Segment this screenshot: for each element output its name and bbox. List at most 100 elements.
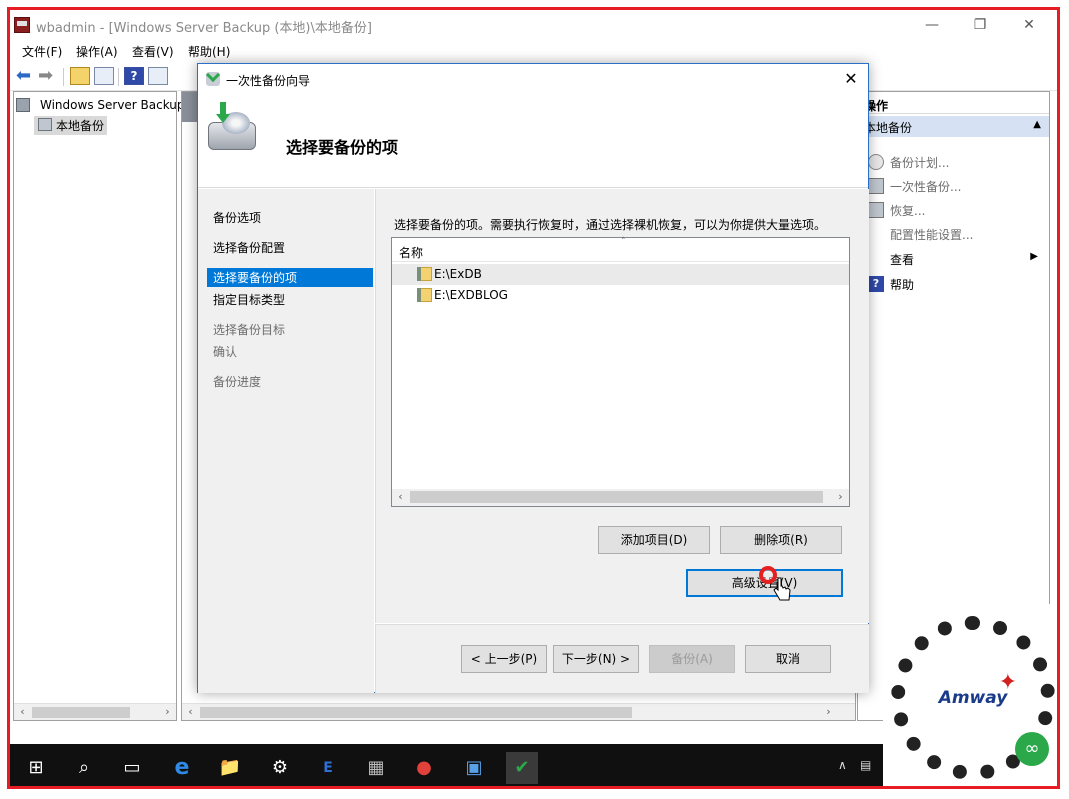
- list-item[interactable]: E:\ExDB: [392, 264, 849, 285]
- wizard-header: 选择要备份的项: [198, 94, 868, 188]
- action-label: 一次性备份...: [890, 180, 962, 194]
- action-recover[interactable]: 恢复...: [868, 202, 925, 219]
- add-items-button[interactable]: 添加项目(D): [598, 526, 710, 554]
- actions-header: 操作: [858, 92, 1049, 114]
- backup-items-list[interactable]: 名称 ˄ E:\ExDB E:\EXDBLOG ‹ ›: [391, 237, 850, 507]
- step-progress: 备份进度: [213, 375, 262, 389]
- menu-view[interactable]: 查看(V): [132, 43, 174, 60]
- cancel-button[interactable]: 取消: [745, 645, 831, 673]
- screen-frame: wbadmin - [Windows Server Backup (本地)\本地…: [7, 7, 1060, 789]
- step-destination-type[interactable]: 指定目标类型: [213, 291, 285, 308]
- actions-section-local-backup[interactable]: 本地备份 ▲: [858, 116, 1049, 137]
- wizard-footer: < 上一步(P) 下一步(N) > 备份(A) 取消: [375, 624, 869, 693]
- action-configure-performance[interactable]: 配置性能设置...: [868, 226, 973, 243]
- folder-icon: [417, 267, 432, 281]
- wizard-steps: 备份选项 选择备份配置 选择要备份的项 指定目标类型 选择备份目标 确认 备份进…: [198, 189, 374, 693]
- wbadmin-app-icon: [14, 17, 30, 33]
- start-windows-icon[interactable]: ⊞: [20, 752, 52, 784]
- recover-icon: [868, 202, 884, 218]
- actions-section-label: 本地备份: [864, 121, 913, 135]
- tree-node-local-backup[interactable]: 本地备份: [34, 116, 108, 135]
- previous-button[interactable]: < 上一步(P): [461, 645, 547, 673]
- forward-arrow-icon[interactable]: ➡: [38, 67, 58, 85]
- step-backup-options[interactable]: 备份选项: [213, 209, 261, 226]
- tree-scroll-thumb[interactable]: [32, 707, 130, 718]
- maximize-button[interactable]: ❐: [957, 10, 1003, 40]
- action-view[interactable]: 查看 ▶: [868, 251, 1038, 268]
- center-hscrollbar[interactable]: ‹ ›: [182, 703, 855, 720]
- wizard-content: 选择要备份的项。需要执行恢复时，通过选择裸机恢复，可以为你提供大量选项。 名称 …: [375, 189, 869, 623]
- wizard-heading: 选择要备份的项: [286, 138, 399, 157]
- schedule-icon: [868, 154, 884, 170]
- hand-cursor-icon: [773, 577, 791, 601]
- exchange-icon[interactable]: E: [312, 752, 344, 784]
- window-titlebar: wbadmin - [Windows Server Backup (本地)\本地…: [10, 10, 1057, 40]
- action-pane-icon[interactable]: [148, 67, 168, 85]
- step-backup-config[interactable]: 选择备份配置: [213, 239, 285, 256]
- scroll-right-icon[interactable]: ›: [832, 489, 849, 506]
- scroll-right-icon[interactable]: ›: [820, 704, 837, 721]
- remove-item-button[interactable]: 删除项(R): [720, 526, 842, 554]
- backup-button: 备份(A): [649, 645, 735, 673]
- show-hidden-icons-chevron-icon[interactable]: ∧: [838, 758, 847, 772]
- scroll-right-icon[interactable]: ›: [159, 704, 176, 721]
- close-window-button[interactable]: ✕: [1006, 10, 1052, 40]
- server-manager-icon[interactable]: ▦: [360, 752, 392, 784]
- menu-file[interactable]: 文件(F): [22, 43, 62, 60]
- step-select-items[interactable]: 选择要备份的项: [207, 268, 373, 287]
- server-backup-icon: [16, 98, 30, 112]
- internet-explorer-icon[interactable]: e: [166, 752, 198, 784]
- tree-hscrollbar[interactable]: ‹ ›: [14, 703, 176, 720]
- settings-gear-icon[interactable]: ⚙: [264, 752, 296, 784]
- minimize-button[interactable]: —: [909, 10, 955, 40]
- menu-action[interactable]: 操作(A): [76, 43, 118, 60]
- list-scroll-thumb[interactable]: [410, 491, 823, 503]
- item-name: E:\ExDB: [434, 267, 482, 281]
- action-backup-schedule[interactable]: 备份计划...: [868, 154, 949, 171]
- search-icon[interactable]: ⌕: [68, 752, 100, 784]
- show-hide-tree-icon[interactable]: [94, 67, 114, 85]
- tree-root-label: Windows Server Backup: [40, 98, 185, 112]
- backup-once-icon: [868, 178, 884, 194]
- wizard-title-icon: [206, 72, 220, 86]
- center-scroll-thumb[interactable]: [200, 707, 632, 718]
- item-name: E:\EXDBLOG: [434, 288, 508, 302]
- network-icon[interactable]: ▤: [860, 758, 871, 772]
- task-view-icon[interactable]: ▭: [116, 752, 148, 784]
- qr-logo: Amway ✦: [927, 660, 1019, 736]
- console-tree: Windows Server Backup 本地备份 ‹ ›: [13, 91, 185, 721]
- scroll-left-icon[interactable]: ‹: [14, 704, 31, 721]
- dialog-close-button[interactable]: ✕: [840, 68, 862, 90]
- menu-bar: 文件(F) 操作(A) 查看(V) 帮助(H): [10, 40, 1057, 62]
- wbadmin-taskbar-icon[interactable]: ✔: [506, 752, 538, 784]
- sort-caret-icon: ˄: [621, 237, 626, 247]
- help-icon[interactable]: ?: [124, 67, 144, 85]
- list-item[interactable]: E:\EXDBLOG: [392, 285, 849, 306]
- menu-help[interactable]: 帮助(H): [188, 43, 230, 60]
- toolbar-separator: [118, 68, 119, 86]
- up-folder-icon[interactable]: [70, 67, 90, 85]
- description-text: 选择要备份的项。需要执行恢复时，通过选择裸机恢复，可以为你提供大量选项。: [394, 218, 827, 232]
- column-name[interactable]: 名称: [399, 244, 423, 261]
- submenu-arrow-icon: ▶: [1030, 251, 1038, 262]
- scroll-left-icon[interactable]: ‹: [182, 704, 199, 721]
- back-arrow-icon[interactable]: ⬅: [16, 67, 36, 85]
- scroll-left-icon[interactable]: ‹: [392, 489, 409, 506]
- dialog-titlebar: 一次性备份向导 ✕: [198, 64, 868, 94]
- toolbar-separator: [63, 68, 64, 86]
- action-help[interactable]: ? 帮助: [868, 276, 914, 293]
- control-panel-icon[interactable]: ▣: [458, 752, 490, 784]
- help-icon: ?: [868, 276, 884, 292]
- collapse-caret-icon[interactable]: ▲: [1033, 119, 1041, 130]
- list-header[interactable]: 名称 ˄: [392, 237, 849, 262]
- tree-node-root[interactable]: Windows Server Backup: [16, 98, 185, 112]
- backup-wizard-dialog: 一次性备份向导 ✕ 选择要备份的项 备份选项 选择备份配置 选择要备份的项 指定…: [197, 63, 869, 693]
- next-button[interactable]: 下一步(N) >: [553, 645, 639, 673]
- file-explorer-icon[interactable]: 📁: [214, 752, 246, 784]
- chrome-icon[interactable]: ●: [408, 752, 440, 784]
- list-hscrollbar[interactable]: ‹ ›: [392, 489, 849, 506]
- step-select-destination: 选择备份目标: [213, 323, 286, 337]
- action-backup-once[interactable]: 一次性备份...: [868, 178, 961, 195]
- action-label: 配置性能设置...: [890, 228, 974, 242]
- tree-child-label: 本地备份: [56, 119, 105, 133]
